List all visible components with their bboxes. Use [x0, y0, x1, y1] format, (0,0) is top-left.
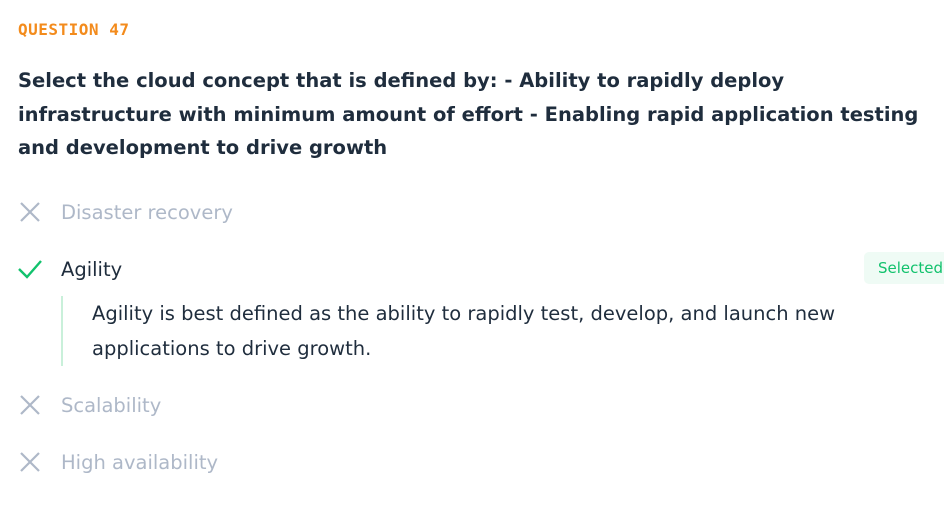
option-label: High availability [61, 450, 219, 474]
selected-badge: Selected [864, 252, 944, 284]
option-label: Disaster recovery [61, 200, 233, 224]
option-high-availability[interactable]: High availability [18, 450, 218, 474]
option-disaster-recovery[interactable]: Disaster recovery [18, 200, 233, 224]
question-text: Select the cloud concept that is defined… [18, 69, 919, 159]
option-agility[interactable]: Agility [18, 257, 122, 281]
option-label: Agility [61, 257, 123, 281]
option-scalability[interactable]: Scalability [18, 393, 161, 417]
x-icon [20, 202, 40, 222]
x-icon [20, 395, 40, 415]
option-label: Scalability [61, 393, 162, 417]
question-number: QUESTION 47 [18, 20, 130, 39]
check-icon [18, 260, 42, 279]
option-explanation: Agility is best defined as the ability t… [61, 296, 872, 366]
x-icon [20, 452, 40, 472]
